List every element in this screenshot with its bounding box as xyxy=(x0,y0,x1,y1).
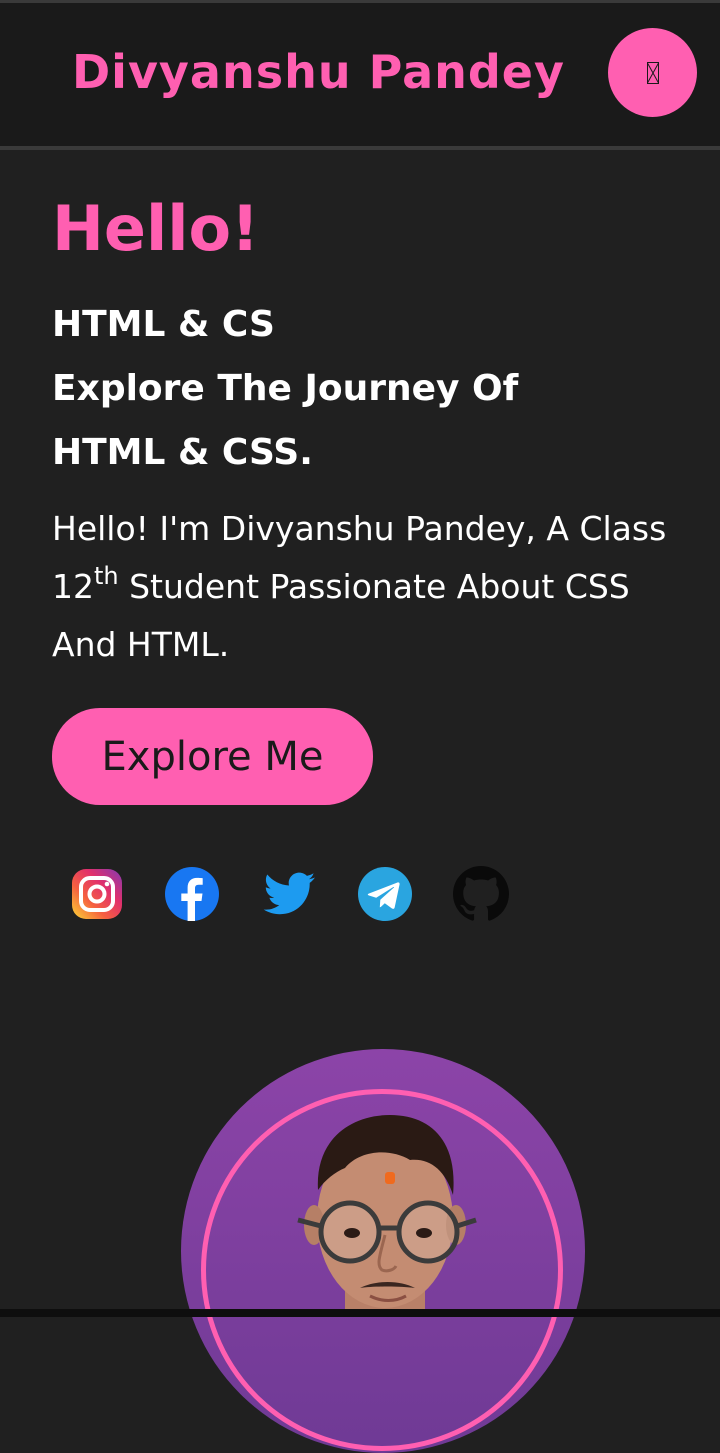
twitter-link[interactable] xyxy=(261,866,317,922)
github-icon xyxy=(453,866,509,921)
site-title[interactable]: Divyanshu Pandey xyxy=(72,45,565,99)
hero-greeting: Hello! xyxy=(52,192,260,265)
facebook-icon xyxy=(165,867,219,921)
intro-superscript: th xyxy=(94,562,119,590)
facebook-link[interactable] xyxy=(164,866,220,922)
instagram-icon xyxy=(72,869,122,919)
telegram-icon xyxy=(358,867,412,921)
hero-subtitle: HTML & CS Explore The Journey Of HTML & … xyxy=(52,293,518,485)
intro-paragraph: Hello! I'm Divyanshu Pandey, A Class 12t… xyxy=(52,500,672,674)
intro-text-rest: Student Passionate About CSS And HTML. xyxy=(52,567,630,664)
bottom-edge xyxy=(0,1309,720,1317)
subtitle-line: HTML & CSS. xyxy=(52,432,313,473)
profile-photo xyxy=(297,1115,477,1310)
twitter-icon xyxy=(263,872,315,915)
subtitle-line: Explore The Journey Of xyxy=(52,368,519,409)
header-divider xyxy=(0,146,720,150)
telegram-link[interactable] xyxy=(357,866,413,922)
subtitle-line: HTML & CS xyxy=(52,304,275,345)
github-link[interactable] xyxy=(453,866,509,922)
top-navigation-bar: Divyanshu Pandey xyxy=(0,0,720,146)
menu-button[interactable] xyxy=(608,28,697,117)
instagram-link[interactable] xyxy=(69,866,125,922)
menu-icon xyxy=(646,61,659,84)
explore-me-button[interactable]: Explore Me xyxy=(52,708,373,805)
